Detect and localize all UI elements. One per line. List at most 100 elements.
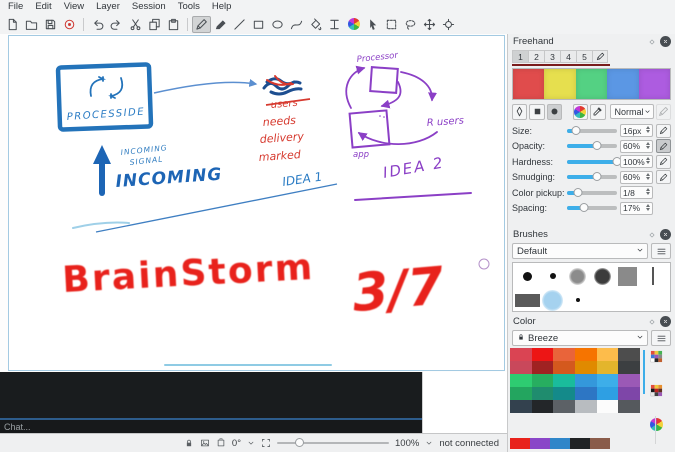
- menu-layer[interactable]: Layer: [90, 0, 126, 14]
- blend-mode-select[interactable]: Normal: [610, 104, 654, 119]
- spinbox-arrows[interactable]: [646, 188, 650, 195]
- float-panel-icon[interactable]: [648, 231, 656, 239]
- lasso-select-tool-button[interactable]: [401, 16, 420, 33]
- save-document-button[interactable]: [41, 16, 60, 33]
- slider-track[interactable]: [567, 160, 617, 164]
- menu-edit[interactable]: Edit: [29, 0, 57, 14]
- palette-swatch[interactable]: [532, 387, 554, 400]
- close-panel-icon[interactable]: [660, 316, 671, 327]
- brush-preset-soft-blue[interactable]: [540, 288, 565, 312]
- eraser-mode-button[interactable]: [656, 104, 671, 120]
- palette-swatch[interactable]: [553, 387, 575, 400]
- slider-value-spinbox[interactable]: 60%: [620, 140, 653, 153]
- brush-slot-preview-3[interactable]: [576, 69, 607, 99]
- palette-swatch[interactable]: [532, 400, 554, 413]
- palette-select[interactable]: Breeze: [512, 330, 648, 346]
- pressure-toggle-button[interactable]: [656, 155, 671, 169]
- menu-session[interactable]: Session: [126, 0, 172, 14]
- float-panel-icon[interactable]: [648, 318, 656, 326]
- chat-input[interactable]: Chat...: [0, 420, 422, 433]
- palette-swatch[interactable]: [618, 387, 640, 400]
- ellipse-tool-button[interactable]: [268, 16, 287, 33]
- palette-swatch[interactable]: [553, 374, 575, 387]
- palette-swatch[interactable]: [532, 374, 554, 387]
- move-tool-button[interactable]: [420, 16, 439, 33]
- drawing-canvas[interactable]: PROCESSIDE users needs delivery marked: [9, 36, 504, 370]
- color-picker-button[interactable]: [590, 104, 605, 120]
- brush-preset-vertical-line[interactable]: [640, 264, 665, 288]
- new-document-button[interactable]: [3, 16, 22, 33]
- brush-slot-preview-4[interactable]: [607, 69, 638, 99]
- palette-swatch[interactable]: [597, 348, 619, 361]
- brush-slot-preview-2[interactable]: [544, 69, 575, 99]
- picker-tool-button[interactable]: [363, 16, 382, 33]
- brush-preset-square-gray[interactable]: [615, 264, 640, 288]
- pressure-toggle-button[interactable]: [656, 139, 671, 153]
- slider-track[interactable]: [567, 129, 617, 133]
- brush-slot-preview-5[interactable]: [639, 69, 670, 99]
- palette-tab-mixer[interactable]: [650, 384, 663, 402]
- color-wheel-button[interactable]: [344, 16, 363, 33]
- slider-track[interactable]: [567, 206, 617, 210]
- session-lock-icon[interactable]: [184, 438, 194, 448]
- line-tool-button[interactable]: [230, 16, 249, 33]
- palette-swatch[interactable]: [575, 361, 597, 374]
- close-panel-icon[interactable]: [660, 229, 671, 240]
- palette-swatch[interactable]: [597, 374, 619, 387]
- slider-handle[interactable]: [574, 188, 583, 197]
- canvas-viewport[interactable]: PROCESSIDE users needs delivery marked: [0, 34, 507, 372]
- brush-slot-tab-2[interactable]: 2: [528, 50, 544, 63]
- spinbox-arrows[interactable]: [646, 126, 650, 133]
- pressure-toggle-button[interactable]: [656, 170, 671, 184]
- brush-preset-soft-circle-light[interactable]: [565, 264, 590, 288]
- zoom-value[interactable]: 100%: [395, 438, 419, 449]
- menu-tools[interactable]: Tools: [172, 0, 206, 14]
- slider-value-spinbox[interactable]: 17%: [620, 202, 653, 215]
- rotation-dropdown-chevron[interactable]: [247, 439, 255, 447]
- pan-zoom-tool-button[interactable]: [439, 16, 458, 33]
- palette-swatch[interactable]: [553, 400, 575, 413]
- brush-slot-tab-eraser[interactable]: [592, 50, 608, 63]
- recent-color-swatch[interactable]: [570, 438, 590, 449]
- eraser-tool-button[interactable]: [211, 16, 230, 33]
- slider-handle[interactable]: [579, 203, 588, 212]
- cut-button[interactable]: [126, 16, 145, 33]
- brush-slot-tab-3[interactable]: 3: [544, 50, 560, 63]
- spinbox-arrows[interactable]: [646, 142, 650, 149]
- rect-select-tool-button[interactable]: [382, 16, 401, 33]
- palette-swatch[interactable]: [597, 361, 619, 374]
- rectangle-tool-button[interactable]: [249, 16, 268, 33]
- brush-type-round-button[interactable]: [547, 104, 562, 120]
- brush-type-pen-button[interactable]: [512, 104, 527, 120]
- pressure-toggle-button[interactable]: [656, 124, 671, 138]
- redo-button[interactable]: [107, 16, 126, 33]
- brush-preset-dot-tiny[interactable]: [565, 288, 590, 312]
- canvas-image-icon[interactable]: [200, 438, 210, 448]
- recent-color-swatch[interactable]: [530, 438, 550, 449]
- fill-tool-button[interactable]: [306, 16, 325, 33]
- slider-value-spinbox[interactable]: 16px: [620, 124, 653, 137]
- palette-swatch[interactable]: [618, 361, 640, 374]
- copy-button[interactable]: [145, 16, 164, 33]
- close-panel-icon[interactable]: [660, 36, 671, 47]
- palette-swatch[interactable]: [510, 361, 532, 374]
- menu-file[interactable]: File: [2, 0, 29, 14]
- slider-track[interactable]: [567, 144, 617, 148]
- brush-slot-tab-4[interactable]: 4: [560, 50, 576, 63]
- palette-swatch[interactable]: [532, 361, 554, 374]
- slider-handle[interactable]: [593, 172, 602, 181]
- freehand-tool-button[interactable]: [192, 16, 211, 33]
- spinbox-arrows[interactable]: [646, 157, 650, 164]
- zoom-slider[interactable]: [277, 438, 389, 448]
- palette-swatch[interactable]: [575, 387, 597, 400]
- undo-button[interactable]: [88, 16, 107, 33]
- brush-slot-preview-1[interactable]: [513, 69, 544, 99]
- annotation-tool-button[interactable]: [325, 16, 344, 33]
- brush-preset-soft-circle-dark[interactable]: [590, 264, 615, 288]
- palette-scrollbar[interactable]: [643, 350, 645, 394]
- rotation-icon[interactable]: [216, 438, 226, 448]
- palette-swatch[interactable]: [510, 374, 532, 387]
- float-panel-icon[interactable]: [648, 38, 656, 46]
- spinbox-arrows[interactable]: [646, 204, 650, 211]
- palette-menu-button[interactable]: [651, 330, 671, 346]
